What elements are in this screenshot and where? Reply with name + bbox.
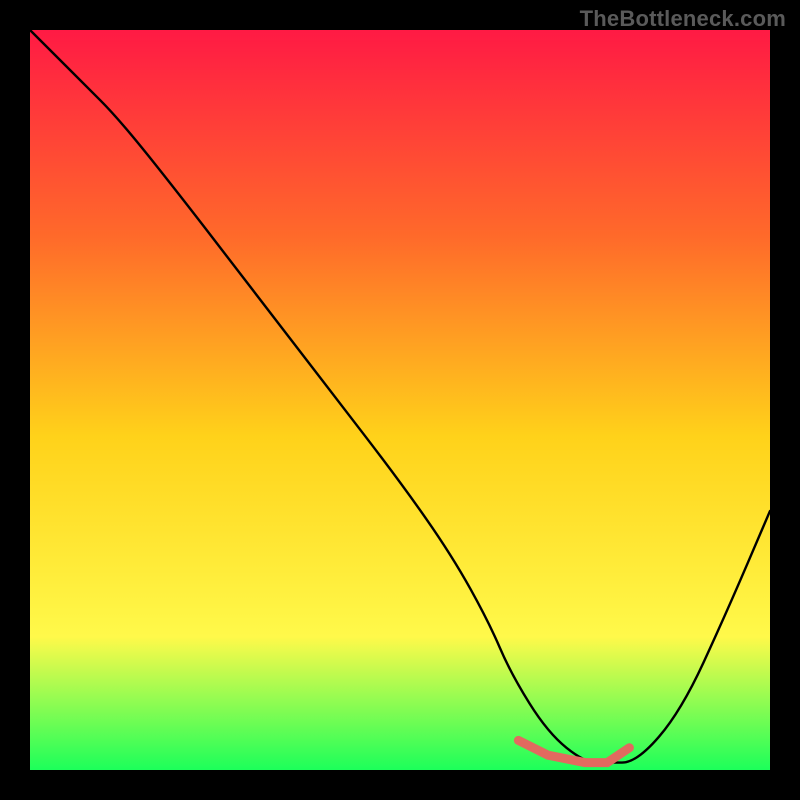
chart-stage: TheBottleneck.com bbox=[0, 0, 800, 800]
watermark-text: TheBottleneck.com bbox=[580, 6, 786, 32]
gradient-background bbox=[30, 30, 770, 770]
plot-area bbox=[30, 30, 770, 770]
chart-svg bbox=[30, 30, 770, 770]
